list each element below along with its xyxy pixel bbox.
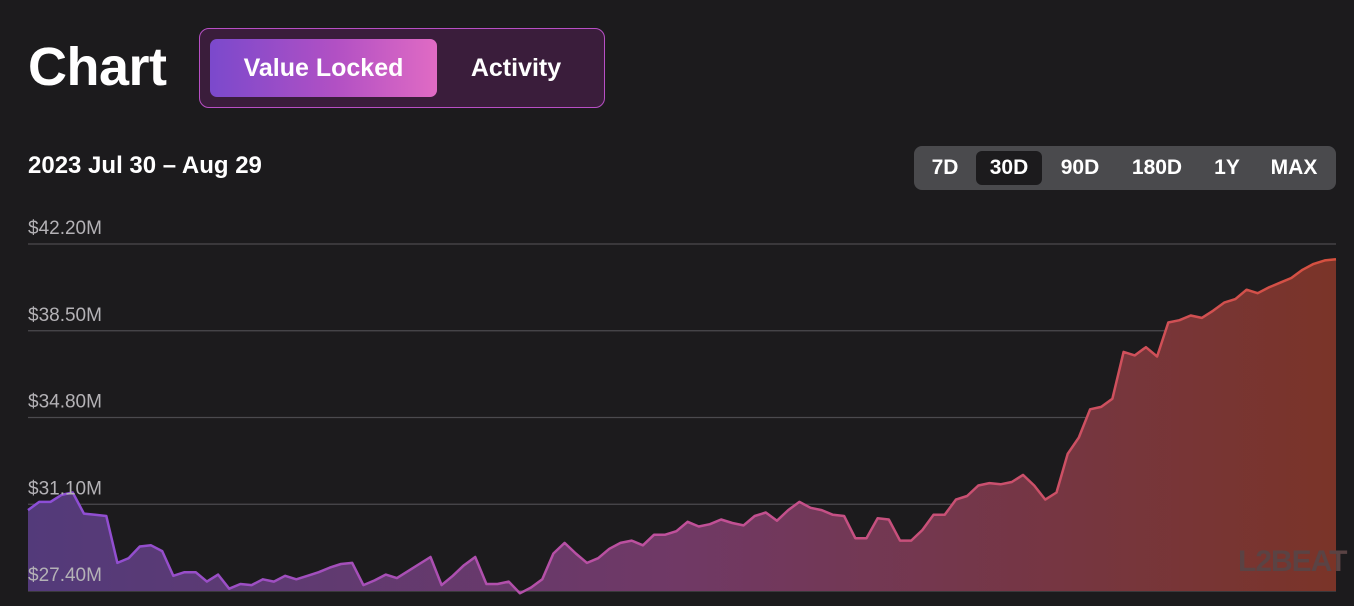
- y-tick-label: $34.80M: [28, 392, 102, 413]
- y-tick-label: $38.50M: [28, 305, 102, 326]
- y-tick-label: $27.40M: [28, 565, 102, 586]
- y-tick-label: $31.10M: [28, 478, 102, 499]
- l2beat-watermark: L2BEAT: [1238, 545, 1347, 578]
- y-tick-label: $42.20M: [28, 218, 102, 239]
- tvl-area-chart: $27.40M $31.10M $34.80M $38.50M $42.20M: [27, 218, 1337, 595]
- series-area-fill: [28, 259, 1336, 594]
